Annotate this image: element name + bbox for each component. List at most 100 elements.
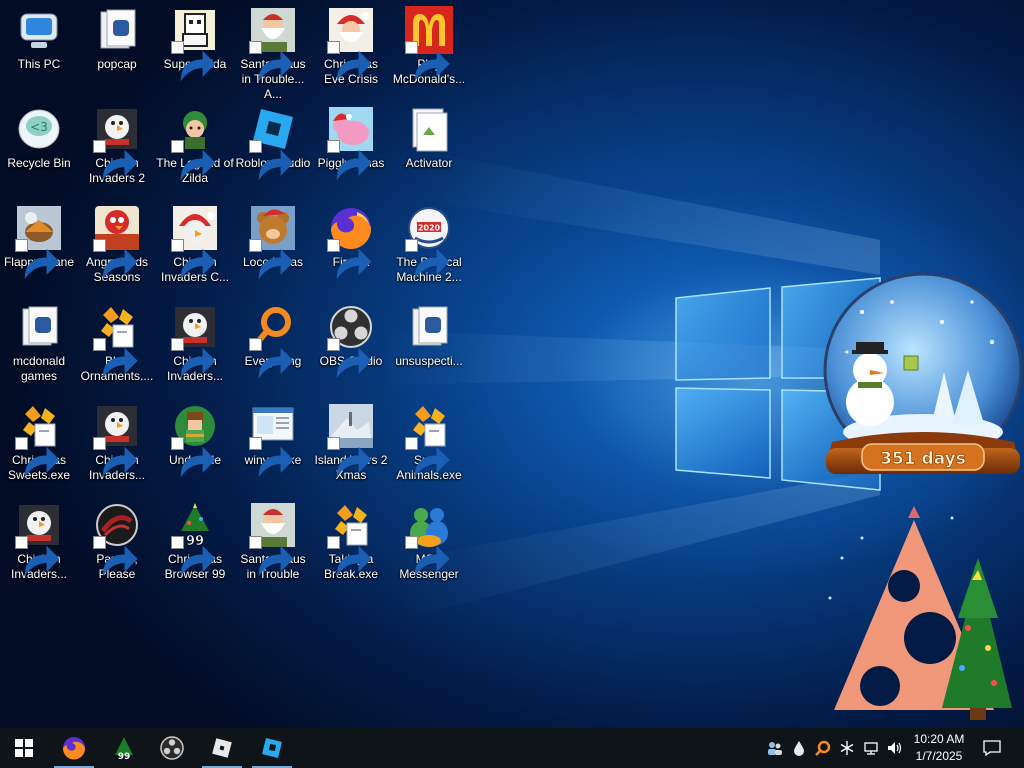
desktop-icon[interactable]: Undertale [156,396,234,492]
shortcut-arrow-icon [93,140,138,181]
desktop-icon[interactable]: Blue Ornaments.... [78,297,156,393]
shortcut-arrow-icon [93,536,138,577]
desktop-icon[interactable]: Play McDonald's... [390,0,468,96]
shortcut-arrow-icon [327,239,372,280]
mcdonalds-icon [405,6,453,82]
shortcut-arrow-icon [249,239,294,280]
action-center-icon [983,740,1001,756]
firefox-icon [63,737,86,760]
desktop-icon[interactable]: Chicken Invaders C... [156,198,234,294]
desktop-icon[interactable]: Piggly Xmas [312,99,390,195]
undertale-icon [171,402,219,478]
shortcut-arrow-icon [249,437,294,478]
taskbar-obs-studio[interactable] [148,728,196,768]
tray-water-drop[interactable] [788,728,810,768]
shortcut-arrow-icon [327,536,372,577]
desktop-icon[interactable]: Everything [234,297,312,393]
chicken-invaders-icon [171,303,219,379]
teddy-bear-icon [249,204,297,280]
shortcut-arrow-icon [405,437,450,478]
desktop-icon[interactable]: 99Christmas Browser 99 [156,495,234,591]
desktop-icon[interactable]: Santa Claus in Trouble... A... [234,0,312,101]
obs-studio-icon [327,303,375,379]
shortcut-arrow-icon [327,338,372,379]
desktop-icon[interactable]: OBS Studio [312,297,390,393]
piggly-xmas-icon [327,105,375,181]
desktop-icon[interactable]: Christmas Eve Crisis [312,0,390,96]
desktop-icon[interactable]: Firefox [312,198,390,294]
desktop-icon[interactable]: Super Hilda [156,0,234,96]
desktop-icon[interactable]: unsuspecti... [390,297,468,393]
desktop-icon-label: Recycle Bin [7,156,71,170]
shortcut-arrow-icon [249,41,294,82]
desktop-icon[interactable]: Chicken Invaders... [156,297,234,393]
desktop-icon[interactable]: Chicken Invaders... [78,396,156,492]
desktop-icon[interactable]: Loco Xmas [234,198,312,294]
desktop-icon[interactable]: Island Wars 2 Xmas [312,396,390,492]
start-button[interactable] [0,728,48,768]
shortcut-arrow-icon [93,437,138,478]
desktop-icon[interactable]: <3 Recycle Bin [0,99,78,195]
desktop-icon[interactable]: Snow Animals.exe [390,396,468,492]
chicken-invaders-icon [93,105,141,181]
snow-globe-icon: 351 days [823,272,1023,474]
papers-please-icon [93,501,141,577]
desktop-icon[interactable]: This PC [0,0,78,96]
shortcut-arrow-icon [327,41,372,82]
tray-volume[interactable] [884,728,906,768]
desktop-icon[interactable]: The Legend of Zilda [156,99,234,195]
snow-globe-widget[interactable]: 351 days [822,272,1024,488]
desktop-icon[interactable]: Chicken Invaders... [0,495,78,591]
desktop-icon[interactable]: Roblox Studio [234,99,312,195]
taskbar-clock[interactable]: 10:20 AM 1/7/2025 [906,731,972,765]
desktop-icon[interactable]: 2020The Political Machine 2... [390,198,468,294]
shortcut-arrow-icon [171,140,216,181]
desktop-icon[interactable]: Santa Claus in Trouble [234,495,312,591]
roblox-studio-icon [249,105,297,181]
desktop-icon[interactable]: Flappy Plane [0,198,78,294]
flappy-plane-icon [15,204,63,280]
desktop-icon[interactable]: mcdonald games [0,297,78,393]
tray-people[interactable] [764,728,786,768]
taskbar-christmas-browser[interactable]: 99 [100,728,148,768]
desktop-icon[interactable]: Activator [390,99,468,195]
volume-icon [888,742,902,754]
desktop-icon[interactable]: Christmas Sweets.exe [0,396,78,492]
desktop-icon[interactable]: Taking a Break.exe [312,495,390,591]
desktop-icon[interactable]: Chicken Invaders 2 [78,99,156,195]
tray-everything-search[interactable] [812,728,834,768]
desktop-icon[interactable]: MSN Messenger [390,495,468,591]
taskbar-roblox-studio[interactable] [248,728,296,768]
action-center-button[interactable] [978,728,1006,768]
taskbar-firefox[interactable] [50,728,98,768]
shortcut-arrow-icon [93,338,138,379]
tray-snowflake[interactable] [836,728,858,768]
shortcut-arrow-icon [405,41,450,82]
shortcut-arrow-icon [327,140,372,181]
shortcut-arrow-icon [15,536,60,577]
taskbar-roblox[interactable] [198,728,246,768]
christmas-browser-icon: 99 [115,737,133,761]
santa-claus-icon [249,501,297,577]
exe-icon [327,501,375,577]
desktop-icon[interactable]: Papers, Please [78,495,156,591]
shortcut-arrow-icon [171,536,216,577]
island-wars-icon [327,402,375,478]
chicken-santa-icon [171,204,219,280]
desktop-icon[interactable]: Angry Birds Seasons [78,198,156,294]
desktop-icon-label: This PC [17,57,61,71]
shortcut-arrow-icon [171,338,216,379]
firefox-icon [327,204,375,280]
desktop-icon[interactable]: winver.exe [234,396,312,492]
shortcut-arrow-icon [15,239,60,280]
clock-date: 1/7/2025 [915,749,963,763]
tray-network[interactable] [860,728,882,768]
search-everything-icon [815,740,831,756]
desktop-icon[interactable]: popcap [78,0,156,96]
christmas-tree-icon [828,506,1012,720]
desktop-icon-label: Activator [405,156,453,170]
super-hilda-icon [171,6,219,82]
desktop-icon-label: mcdonald games [12,354,66,383]
water-drop-icon [794,741,804,756]
desktop-icon-label: popcap [97,57,137,71]
